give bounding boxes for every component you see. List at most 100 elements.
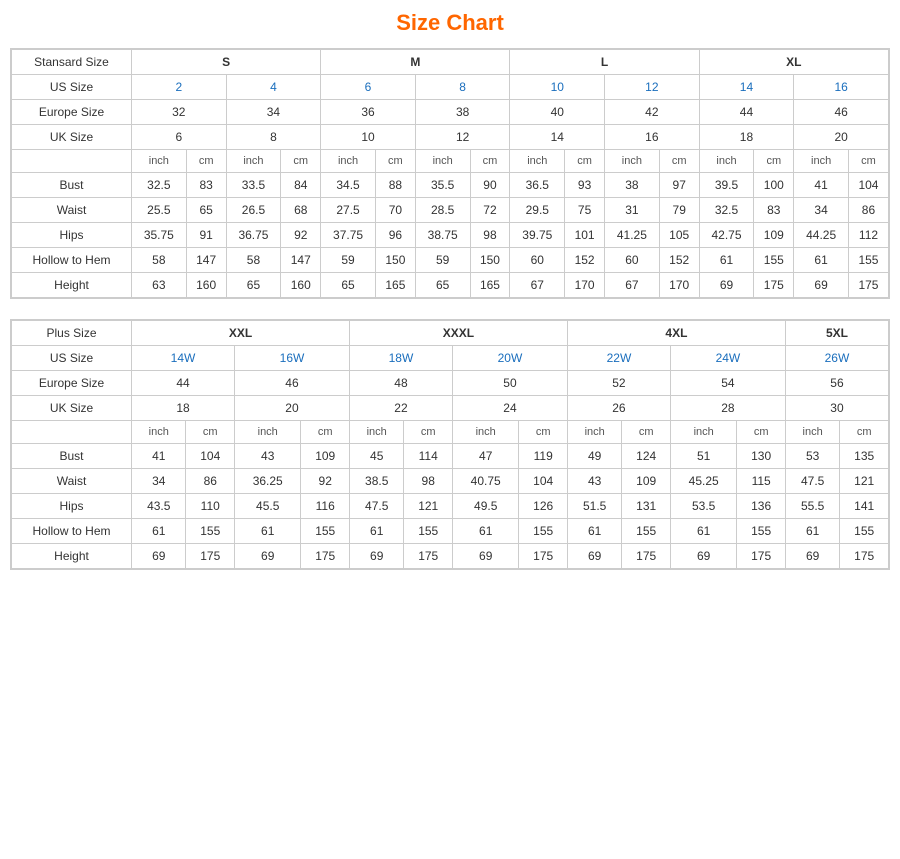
plus-hollow-5: 155	[404, 519, 453, 544]
plus-height-13: 175	[840, 544, 889, 569]
plus-hollow-11: 155	[737, 519, 786, 544]
m-group: M	[321, 50, 510, 75]
std-waist-3: 68	[281, 198, 321, 223]
std-unit-2: inch	[226, 150, 281, 173]
plus-hollow-13: 155	[840, 519, 889, 544]
plus-size-label: Plus Size	[12, 321, 132, 346]
std-hips-13: 109	[754, 223, 794, 248]
plus-bust-label: Bust	[12, 444, 132, 469]
plus-hips-13: 141	[840, 494, 889, 519]
std-unit-13: cm	[754, 150, 794, 173]
plus-bust-6: 47	[452, 444, 518, 469]
std-height-12: 69	[699, 273, 754, 298]
std-height-7: 165	[470, 273, 510, 298]
uk-16: 16	[605, 125, 700, 150]
std-hollow-12: 61	[699, 248, 754, 273]
plus-hips-1: 110	[186, 494, 235, 519]
plus-height-8: 69	[567, 544, 621, 569]
eu-38: 38	[415, 100, 510, 125]
std-height-9: 170	[565, 273, 605, 298]
plus-waist-10: 45.25	[670, 469, 736, 494]
std-bust-15: 104	[848, 173, 888, 198]
plus-us-size-row: US Size 14W 16W 18W 20W 22W 24W 26W	[12, 346, 889, 371]
plus-waist-4: 38.5	[349, 469, 403, 494]
plus-waist-9: 109	[622, 469, 671, 494]
plus-height-0: 69	[132, 544, 186, 569]
plus-waist-6: 40.75	[452, 469, 518, 494]
plus-eu-46: 46	[235, 371, 350, 396]
std-unit-8: inch	[510, 150, 565, 173]
plus-us-24w: 24W	[670, 346, 785, 371]
std-hollow-0: 58	[132, 248, 187, 273]
plus-unit-10: inch	[670, 421, 736, 444]
plus-size-table: Plus Size XXL XXXL 4XL 5XL US Size 14W 1…	[10, 319, 890, 570]
standard-group-header-row: Stansard Size S M L XL	[12, 50, 889, 75]
plus-hollow-7: 155	[519, 519, 568, 544]
page-title: Size Chart	[10, 10, 890, 36]
std-height-3: 160	[281, 273, 321, 298]
std-waist-7: 72	[470, 198, 510, 223]
std-waist-9: 75	[565, 198, 605, 223]
plus-waist-11: 115	[737, 469, 786, 494]
std-height-11: 170	[659, 273, 699, 298]
plus-bust-7: 119	[519, 444, 568, 469]
plus-eu-50: 50	[452, 371, 567, 396]
std-unit-5: cm	[375, 150, 415, 173]
plus-unit-7: cm	[519, 421, 568, 444]
plus-height-12: 69	[785, 544, 839, 569]
std-bust-14: 41	[794, 173, 849, 198]
plus-unit-1: cm	[186, 421, 235, 444]
plus-unit-11: cm	[737, 421, 786, 444]
plus-uk-26: 26	[567, 396, 670, 421]
std-bust-4: 34.5	[321, 173, 376, 198]
plus-bust-2: 43	[235, 444, 301, 469]
plus-unit-4: inch	[349, 421, 403, 444]
plus-hollow-10: 61	[670, 519, 736, 544]
std-bust-11: 97	[659, 173, 699, 198]
us-10: 10	[510, 75, 605, 100]
uk-12: 12	[415, 125, 510, 150]
std-hips-15: 112	[848, 223, 888, 248]
plus-height-label: Height	[12, 544, 132, 569]
plus-hips-2: 45.5	[235, 494, 301, 519]
std-hips-11: 105	[659, 223, 699, 248]
std-waist-11: 79	[659, 198, 699, 223]
std-bust-12: 39.5	[699, 173, 754, 198]
us-size-label: US Size	[12, 75, 132, 100]
std-bust-9: 93	[565, 173, 605, 198]
std-waist-4: 27.5	[321, 198, 376, 223]
std-unit-1: cm	[186, 150, 226, 173]
xxl-group: XXL	[132, 321, 350, 346]
std-unit-6: inch	[415, 150, 470, 173]
std-hollow-7: 150	[470, 248, 510, 273]
std-bust-0: 32.5	[132, 173, 187, 198]
standard-us-size-row: US Size 2 4 6 8 10 12 14 16	[12, 75, 889, 100]
plus-waist-8: 43	[567, 469, 621, 494]
std-hollow-13: 155	[754, 248, 794, 273]
plus-bust-13: 135	[840, 444, 889, 469]
std-height-13: 175	[754, 273, 794, 298]
plus-hips-5: 121	[404, 494, 453, 519]
plus-waist-row: Waist 34 86 36.25 92 38.5 98 40.75 104 4…	[12, 469, 889, 494]
plus-hips-row: Hips 43.5 110 45.5 116 47.5 121 49.5 126…	[12, 494, 889, 519]
std-hollow-3: 147	[281, 248, 321, 273]
plus-unit-empty	[12, 421, 132, 444]
plus-waist-label: Waist	[12, 469, 132, 494]
plus-height-7: 175	[519, 544, 568, 569]
std-bust-7: 90	[470, 173, 510, 198]
std-height-2: 65	[226, 273, 281, 298]
std-unit-3: cm	[281, 150, 321, 173]
plus-hollow-row: Hollow to Hem 61 155 61 155 61 155 61 15…	[12, 519, 889, 544]
std-unit-0: inch	[132, 150, 187, 173]
plus-hollow-label: Hollow to Hem	[12, 519, 132, 544]
std-bust-13: 100	[754, 173, 794, 198]
standard-hips-row: Hips 35.75 91 36.75 92 37.75 96 38.75 98…	[12, 223, 889, 248]
std-hollow-5: 150	[375, 248, 415, 273]
std-bust-3: 84	[281, 173, 321, 198]
us-16: 16	[794, 75, 889, 100]
std-hips-6: 38.75	[415, 223, 470, 248]
plus-eu-48: 48	[349, 371, 452, 396]
plus-unit-13: cm	[840, 421, 889, 444]
standard-europe-size-row: Europe Size 32 34 36 38 40 42 44 46	[12, 100, 889, 125]
std-bust-1: 83	[186, 173, 226, 198]
